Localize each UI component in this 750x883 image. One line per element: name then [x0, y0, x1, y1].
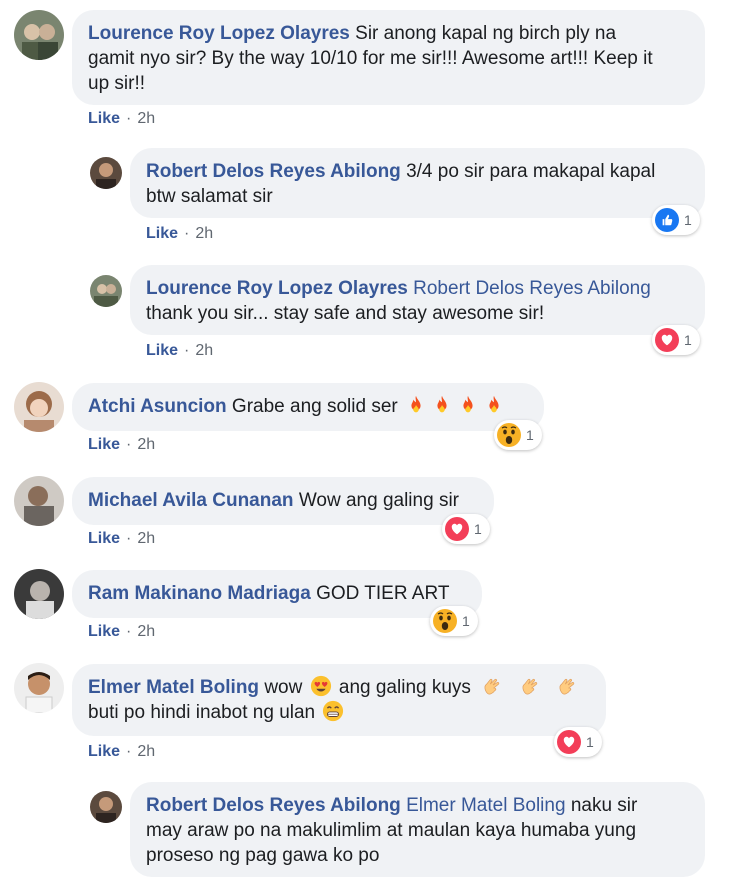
like-reaction-icon — [655, 208, 679, 232]
separator: · — [184, 225, 190, 242]
separator: · — [126, 110, 132, 127]
comment-meta: Like · 2h — [88, 110, 155, 128]
timestamp[interactable]: 2h — [137, 436, 155, 453]
fire-emoji — [483, 394, 505, 416]
comment-meta: Like · 2h — [88, 530, 155, 548]
grinning-emoji — [322, 700, 344, 722]
comment-text: gamit nyo sir? By the way 10/10 for me s… — [88, 48, 653, 69]
fire-emoji — [457, 394, 479, 416]
timestamp[interactable]: 2h — [137, 530, 155, 547]
reaction-count-value: 1 — [474, 521, 482, 537]
comment-meta: Like · 2h — [146, 342, 213, 360]
like-link[interactable]: Like — [88, 530, 120, 547]
love-reaction-icon — [557, 730, 581, 754]
reaction-count-value: 1 — [684, 212, 692, 228]
like-link[interactable]: Like — [146, 225, 178, 242]
like-link[interactable]: Like — [88, 623, 120, 640]
avatar[interactable] — [90, 275, 122, 307]
comment-text: Sir anong kapal ng birch ply na — [355, 23, 617, 44]
comment-meta: Like · 2h — [146, 225, 213, 243]
comment-bubble: Lourence Roy Lopez Olayres Sir anong kap… — [72, 10, 705, 105]
comment-author[interactable]: Elmer Matel Boling — [88, 677, 259, 698]
avatar[interactable] — [14, 476, 64, 526]
comment-bubble: Elmer Matel Boling wow ang galing kuys b… — [72, 664, 606, 736]
clapping-hands-emoji — [557, 675, 579, 697]
separator: · — [126, 623, 132, 640]
comment-bubble: Atchi Asuncion Grabe ang solid ser — [72, 383, 544, 431]
mention-link[interactable]: Robert Delos Reyes Abilong — [413, 278, 651, 299]
reaction-count[interactable]: 1 — [442, 514, 490, 544]
wow-reaction-icon — [433, 609, 457, 633]
like-link[interactable]: Like — [88, 743, 120, 760]
like-link[interactable]: Like — [88, 436, 120, 453]
reaction-count-value: 1 — [586, 734, 594, 750]
avatar[interactable] — [90, 791, 122, 823]
reaction-count[interactable]: 1 — [554, 727, 602, 757]
separator: · — [126, 436, 132, 453]
comment-bubble: Michael Avila Cunanan Wow ang galing sir — [72, 477, 494, 525]
comment-author[interactable]: Atchi Asuncion — [88, 396, 227, 417]
comment-text: buti po hindi inabot ng ulan — [88, 702, 316, 723]
comment-text: 3/4 po sir para makapal kapal — [406, 161, 656, 182]
comment-bubble: Robert Delos Reyes Abilong Elmer Matel B… — [130, 782, 705, 877]
comment-text: up sir!! — [88, 73, 146, 94]
comment-author[interactable]: Lourence Roy Lopez Olayres — [146, 278, 408, 299]
timestamp[interactable]: 2h — [137, 110, 155, 127]
comment-text: btw salamat sir — [146, 186, 273, 207]
separator: · — [184, 342, 190, 359]
comment-author[interactable]: Robert Delos Reyes Abilong — [146, 795, 401, 816]
heart-eyes-emoji — [310, 675, 332, 697]
avatar[interactable] — [14, 663, 64, 713]
like-link[interactable]: Like — [88, 110, 120, 127]
comment-bubble: Robert Delos Reyes Abilong 3/4 po sir pa… — [130, 148, 705, 218]
fire-emoji — [431, 394, 453, 416]
separator: · — [126, 530, 132, 547]
comment-text: Wow ang galing sir — [298, 490, 459, 511]
timestamp[interactable]: 2h — [137, 743, 155, 760]
wow-reaction-icon — [497, 423, 521, 447]
clapping-hands-emoji — [482, 675, 504, 697]
timestamp[interactable]: 2h — [195, 342, 213, 359]
reaction-count[interactable]: 1 — [494, 420, 542, 450]
reaction-count-value: 1 — [462, 613, 470, 629]
comment-bubble: Ram Makinano Madriaga GOD TIER ART — [72, 570, 482, 618]
comment-author[interactable]: Michael Avila Cunanan — [88, 490, 294, 511]
separator: · — [126, 743, 132, 760]
comment-text: proseso ng pag gawa ko po — [146, 845, 380, 866]
comment-text: naku sir — [570, 795, 638, 816]
timestamp[interactable]: 2h — [195, 225, 213, 242]
reaction-count[interactable]: 1 — [430, 606, 478, 636]
love-reaction-icon — [445, 517, 469, 541]
reaction-count-value: 1 — [526, 427, 534, 443]
reaction-count[interactable]: 1 — [652, 325, 700, 355]
mention-link[interactable]: Elmer Matel Boling — [406, 795, 565, 816]
reaction-count-value: 1 — [684, 332, 692, 348]
fire-emoji — [405, 394, 427, 416]
comment-text: may araw po na makulimlim at maulan kaya… — [146, 820, 637, 841]
comment-author[interactable]: Lourence Roy Lopez Olayres — [88, 23, 350, 44]
love-reaction-icon — [655, 328, 679, 352]
reaction-count[interactable]: 1 — [652, 205, 700, 235]
comment-meta: Like · 2h — [88, 623, 155, 641]
avatar[interactable] — [14, 10, 64, 60]
avatar[interactable] — [14, 569, 64, 619]
comment-author[interactable]: Ram Makinano Madriaga — [88, 583, 311, 604]
like-link[interactable]: Like — [146, 342, 178, 359]
comment-author[interactable]: Robert Delos Reyes Abilong — [146, 161, 401, 182]
clapping-hands-emoji — [520, 675, 542, 697]
comment-text: GOD TIER ART — [316, 583, 450, 604]
comment-meta: Like · 2h — [88, 743, 155, 761]
comment-meta: Like · 2h — [88, 436, 155, 454]
comment-bubble: Lourence Roy Lopez Olayres Robert Delos … — [130, 265, 705, 335]
avatar[interactable] — [90, 157, 122, 189]
avatar[interactable] — [14, 382, 64, 432]
comment-text: ang galing kuys — [338, 677, 471, 698]
comment-text: wow — [264, 677, 303, 698]
comment-text: thank you sir... stay safe and stay awes… — [146, 303, 545, 324]
comment-text: Grabe ang solid ser — [231, 396, 398, 417]
timestamp[interactable]: 2h — [137, 623, 155, 640]
